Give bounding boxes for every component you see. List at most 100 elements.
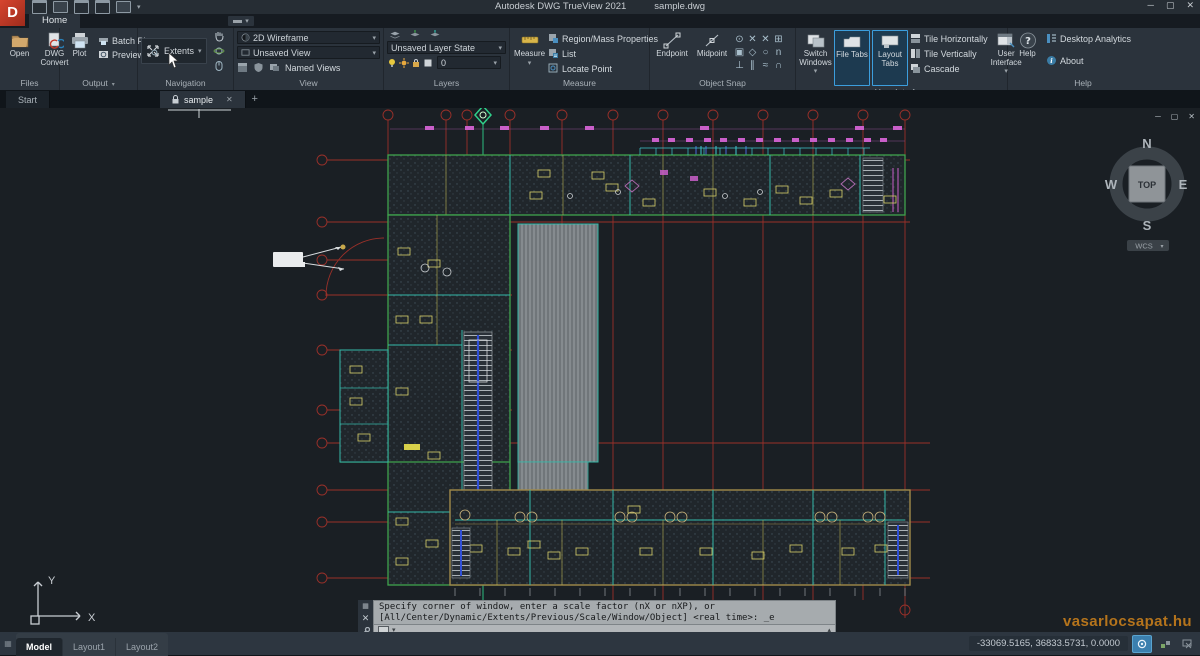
- layer-state-save-icon[interactable]: [389, 30, 401, 39]
- viewcube-north[interactable]: N: [1142, 136, 1151, 151]
- desktop-analytics-icon: [1046, 33, 1057, 44]
- status-grid-icon[interactable]: ▦: [0, 632, 16, 655]
- ribbon-minimize-control[interactable]: ▾: [228, 16, 254, 26]
- isolate-objects-toggle[interactable]: [1178, 636, 1196, 652]
- new-tab-button[interactable]: +: [246, 91, 264, 108]
- viewcube-west[interactable]: W: [1105, 177, 1118, 192]
- annotation-monitor-toggle[interactable]: [1132, 635, 1152, 653]
- tile-horizontally-button[interactable]: Tile Horizontally: [910, 32, 988, 45]
- snap-none-icon[interactable]: ≈: [759, 59, 772, 72]
- snap-quadrant-icon[interactable]: ◇: [746, 46, 759, 59]
- pan-hand-icon[interactable]: [213, 30, 225, 42]
- viewcube[interactable]: N W E S TOP WCS ▾: [1103, 126, 1191, 257]
- doc-minimize-button[interactable]: ─: [1155, 112, 1161, 121]
- layer-state-dropdown[interactable]: Unsaved Layer State ▾: [387, 41, 506, 54]
- steering-wheel-icon[interactable]: [213, 60, 225, 72]
- object-snap-grid: ⊙ ✕ ✕ ⊞ ▣ ◇ ○ n ⊥ ∥ ≈ ∩: [733, 33, 785, 72]
- tab-sample[interactable]: sample ✕: [160, 91, 246, 108]
- tile-vertically-button[interactable]: Tile Vertically: [910, 47, 988, 60]
- snap-apparent-icon[interactable]: ✕: [759, 33, 772, 46]
- folder-open-icon: [11, 32, 29, 49]
- group-files: Open DWG Convert Files: [0, 28, 60, 90]
- group-help: ? Help Desktop Analytics i About Help: [1008, 28, 1158, 90]
- tab-home[interactable]: Home: [29, 14, 80, 28]
- window-title: Autodesk DWG TrueView 2021sample.dwg: [0, 1, 1200, 12]
- top-wing: [388, 148, 905, 215]
- snap-nearest-icon[interactable]: n: [772, 46, 785, 59]
- doc-close-button[interactable]: ✕: [1188, 112, 1195, 121]
- visual-style-dropdown[interactable]: 2D Wireframe ▾: [237, 31, 380, 44]
- layer-lock-icon[interactable]: [411, 58, 421, 68]
- list-button[interactable]: List: [548, 47, 658, 60]
- app-logo[interactable]: D: [0, 0, 25, 26]
- tab-model[interactable]: Model: [16, 638, 63, 656]
- shield-icon[interactable]: [253, 62, 264, 73]
- views-cube-icon[interactable]: [237, 62, 248, 73]
- desktop-analytics-button[interactable]: Desktop Analytics: [1046, 32, 1131, 45]
- snap-perpendicular-icon[interactable]: ⊥: [733, 59, 746, 72]
- tab-start[interactable]: Start: [6, 91, 50, 108]
- named-views-button[interactable]: Named Views: [285, 63, 340, 73]
- layer-bulb-icon[interactable]: [387, 58, 397, 68]
- cascade-icon: [910, 63, 921, 74]
- document-name: sample.dwg: [654, 1, 705, 12]
- snap-intersection-icon[interactable]: ✕: [746, 33, 759, 46]
- file-tabs-button[interactable]: File Tabs: [834, 30, 870, 86]
- help-button[interactable]: ? Help: [1011, 30, 1044, 59]
- units-toggle[interactable]: [1156, 636, 1174, 652]
- snap-center-icon[interactable]: ∩: [772, 59, 785, 72]
- command-input[interactable]: ▾ ▴: [373, 624, 836, 632]
- tab-layout2[interactable]: Layout2: [116, 638, 168, 656]
- chevron-down-icon: ▾: [372, 34, 376, 42]
- switch-windows-button[interactable]: Switch Windows ▾: [799, 30, 832, 77]
- ucs-x-label: X: [88, 612, 96, 624]
- tab-layout1[interactable]: Layout1: [63, 638, 116, 656]
- command-line[interactable]: ▦ ✕ Specify corner of window, enter a sc…: [358, 600, 836, 632]
- layer-on-icon[interactable]: [409, 30, 421, 39]
- doc-restore-button[interactable]: ▢: [1171, 112, 1179, 121]
- command-history-line1: Specify corner of window, enter a scale …: [379, 602, 830, 613]
- open-button[interactable]: Open: [3, 30, 36, 59]
- measure-button[interactable]: Measure ▾: [513, 30, 546, 68]
- view-state-dropdown[interactable]: Unsaved View ▾: [237, 46, 380, 59]
- named-views-icon[interactable]: [269, 62, 280, 73]
- watermark: vasarlocsapat.hu: [1063, 613, 1192, 630]
- about-button[interactable]: i About: [1046, 54, 1131, 67]
- endpoint-button[interactable]: Endpoint: [653, 30, 691, 59]
- ribbon: Open DWG Convert Files Plot Batch Plot: [0, 28, 1200, 90]
- restore-button[interactable]: ▢: [1166, 0, 1175, 11]
- group-user-interface: Switch Windows ▾ File Tabs Layout Tabs T…: [796, 28, 1008, 90]
- layout-tabs-button[interactable]: Layout Tabs: [872, 30, 908, 86]
- layer-sun-icon[interactable]: [399, 58, 409, 68]
- snap-node-icon[interactable]: ⊙: [733, 33, 746, 46]
- close-tab-icon[interactable]: ✕: [226, 95, 233, 104]
- midpoint-button[interactable]: Midpoint: [693, 30, 731, 59]
- locate-point-button[interactable]: Locate Point: [548, 62, 658, 75]
- minimize-button[interactable]: ─: [1148, 0, 1154, 11]
- drawing-canvas[interactable]: ─ ▢ ✕ N W E S TOP WCS ▾ Y X: [0, 108, 1200, 632]
- group-label-output: Output▾: [60, 77, 137, 90]
- region-mass-properties-button[interactable]: Region/Mass Properties: [548, 32, 658, 45]
- chevron-down-icon: ▾: [1160, 244, 1163, 250]
- plot-button[interactable]: Plot: [63, 30, 96, 59]
- close-button[interactable]: ✕: [1186, 0, 1194, 11]
- snap-extension-icon[interactable]: ⊞: [772, 33, 785, 46]
- cascade-button[interactable]: Cascade: [910, 62, 988, 75]
- current-layer-dropdown[interactable]: 0 ▾: [437, 56, 501, 69]
- flyout-arrow-icon[interactable]: ▾: [112, 82, 115, 88]
- orbit-icon[interactable]: [213, 45, 225, 57]
- viewcube-top-label: TOP: [1138, 180, 1156, 190]
- layer-freeze-icon[interactable]: [429, 30, 441, 39]
- close-command-icon[interactable]: ✕: [362, 613, 370, 624]
- layout-tab-strip: Model Layout1 Layout2: [16, 633, 168, 656]
- viewcube-south[interactable]: S: [1143, 218, 1152, 233]
- snap-tangent-icon[interactable]: ○: [759, 46, 772, 59]
- document-window-controls: ─ ▢ ✕: [1155, 112, 1195, 121]
- customize-icon[interactable]: ▦: [362, 602, 369, 610]
- region-icon: [548, 33, 559, 44]
- layer-color-icon[interactable]: [423, 58, 433, 68]
- file-tabs-icon: [843, 33, 861, 50]
- viewcube-east[interactable]: E: [1179, 177, 1188, 192]
- snap-parallel-icon[interactable]: ∥: [746, 59, 759, 72]
- snap-insertion-icon[interactable]: ▣: [733, 46, 746, 59]
